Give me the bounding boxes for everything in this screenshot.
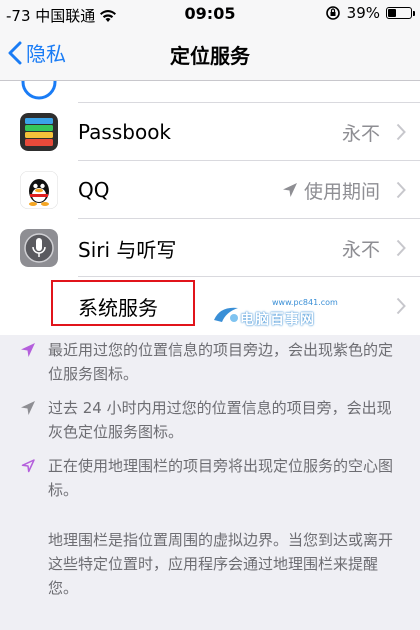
location-arrow-gray-icon: [282, 183, 297, 197]
navigation-bar: 隐私 定位服务: [0, 28, 420, 81]
location-arrow-purple-icon: [21, 343, 35, 357]
battery-icon: [386, 7, 415, 19]
row-value-text: 永不: [341, 122, 380, 145]
note-recent-use: 最近用过您的位置信息的项目旁边，会出现紫色的定位服务图标。: [0, 338, 420, 386]
chevron-right-icon: [396, 297, 406, 315]
location-arrow-outline-icon: [21, 459, 35, 473]
app-icon-partial: [20, 81, 58, 101]
list-item-passbook[interactable]: Passbook 永不: [0, 103, 420, 161]
geofence-paragraph: 地理围栏是指位置周围的虚拟边界。当您到达或离开这些特定位置时，应用程序会通过地理…: [48, 531, 394, 597]
location-arrow-gray-icon: [21, 401, 35, 415]
row-value: 永不: [342, 235, 380, 262]
watermark: www.pc841.com 电脑百事网: [212, 298, 338, 328]
highlight-box: [51, 280, 195, 326]
note-text: 正在使用地理围栏的项目旁将出现定位服务的空心图标。: [48, 457, 394, 499]
row-label: Siri 与听写: [78, 237, 177, 262]
list-item-partial[interactable]: [0, 81, 420, 103]
note-last-24h: 过去 24 小时内用过您的位置信息的项目旁，会出现灰色定位服务图标。: [0, 396, 420, 444]
chevron-right-icon: [396, 123, 406, 141]
watermark-site: www.pc841.com: [272, 298, 338, 307]
status-right: 39%: [325, 4, 415, 22]
chevron-right-icon: [396, 181, 406, 199]
note-geofence: 正在使用地理围栏的项目旁将出现定位服务的空心图标。: [0, 454, 420, 502]
rotation-lock-icon: [325, 6, 340, 20]
row-label: Passbook: [78, 120, 172, 144]
page-title: 定位服务: [170, 44, 250, 68]
battery-fill: [388, 9, 396, 17]
row-value-text: 使用期间: [303, 180, 380, 203]
status-bar: -73 中国联通 09:05 39%: [0, 0, 420, 28]
row-value: 使用期间: [282, 177, 380, 204]
siri-icon: [20, 229, 58, 267]
list-item-qq[interactable]: QQ 使用期间: [0, 161, 420, 219]
note-text: 过去 24 小时内用过您的位置信息的项目旁，会出现灰色定位服务图标。: [48, 399, 392, 441]
list-item-siri[interactable]: Siri 与听写 永不: [0, 219, 420, 277]
note-text: 最近用过您的位置信息的项目旁边，会出现紫色的定位服务图标。: [48, 341, 394, 383]
passbook-icon: [20, 113, 58, 151]
row-label: QQ: [78, 178, 110, 202]
row-value: 永不: [342, 119, 380, 146]
footer-notes: 最近用过您的位置信息的项目旁边，会出现紫色的定位服务图标。 过去 24 小时内用…: [0, 338, 420, 600]
chevron-right-icon: [396, 239, 406, 257]
watermark-logo-icon: [214, 307, 238, 322]
row-value-text: 永不: [341, 238, 380, 261]
qq-icon: [20, 171, 58, 209]
watermark-name: 电脑百事网: [240, 312, 315, 328]
battery-percent: 39%: [346, 4, 380, 22]
